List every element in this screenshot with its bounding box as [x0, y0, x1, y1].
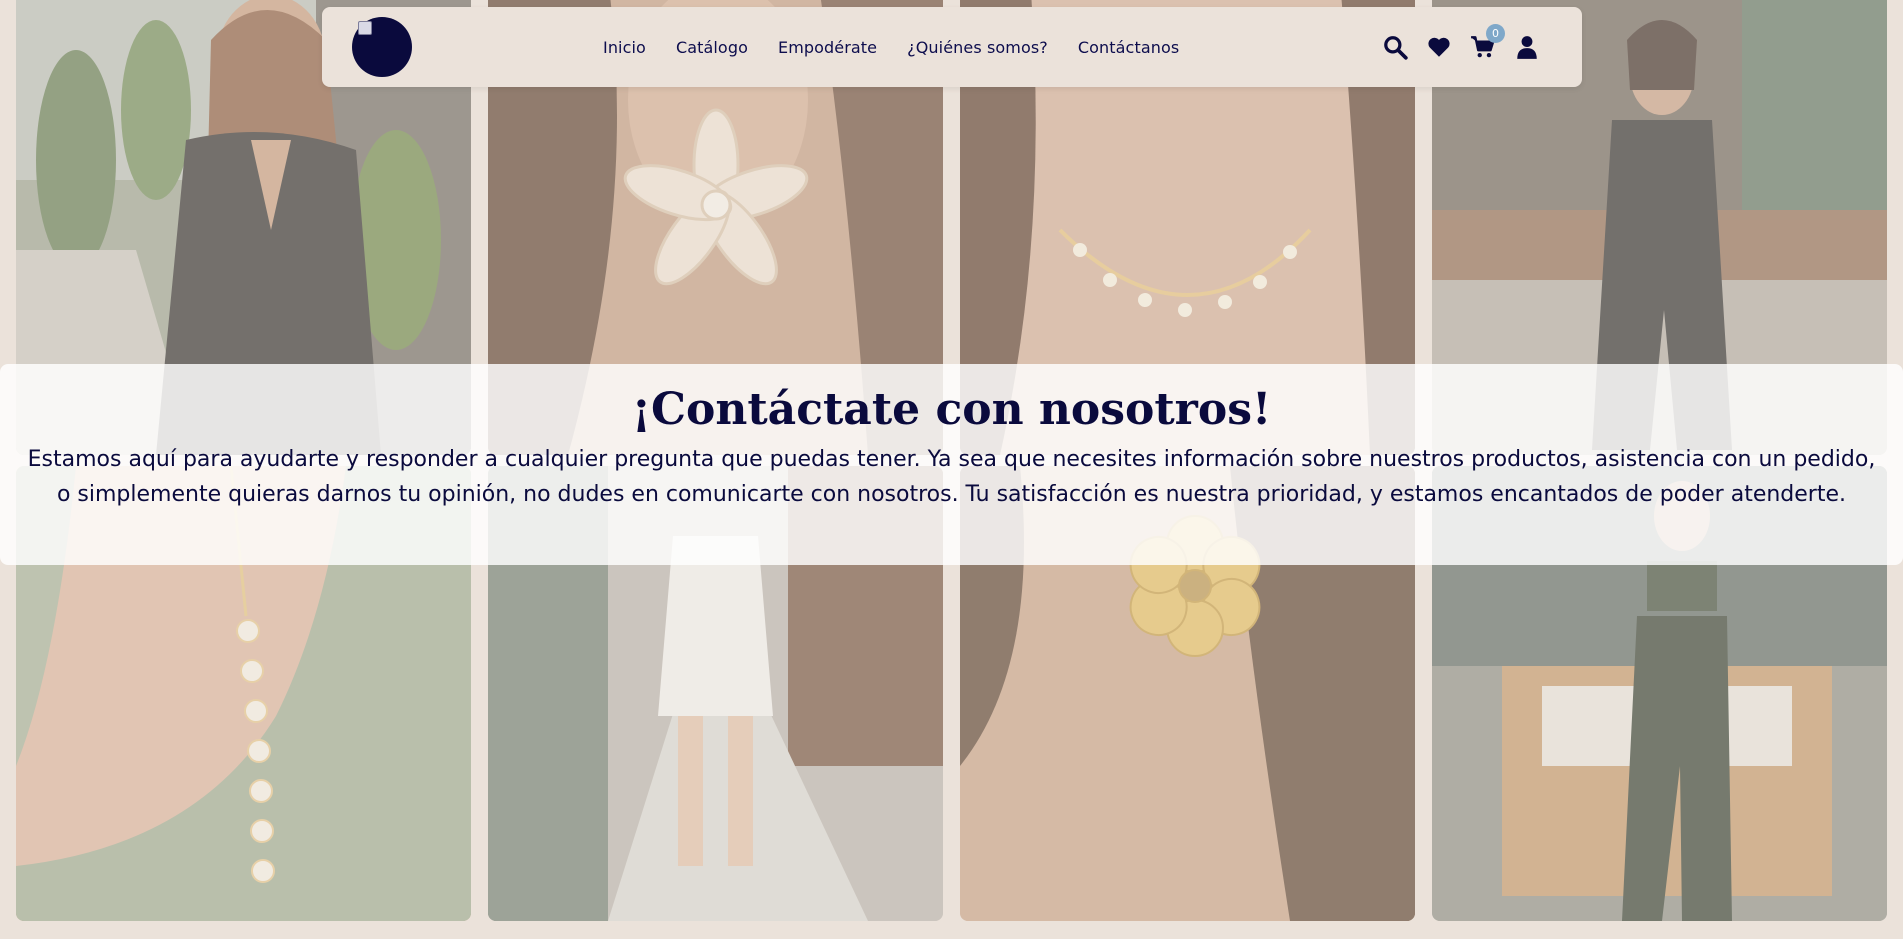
search-icon[interactable] — [1382, 34, 1408, 60]
nav-icons: 0 — [1382, 7, 1540, 87]
user-icon[interactable] — [1514, 34, 1540, 60]
heart-icon[interactable] — [1426, 34, 1452, 60]
top-navbar: Inicio Catálogo Empodérate ¿Quiénes somo… — [322, 7, 1582, 87]
nav-link-quienes-somos[interactable]: ¿Quiénes somos? — [907, 38, 1048, 57]
nav-links: Inicio Catálogo Empodérate ¿Quiénes somo… — [603, 7, 1179, 87]
nav-link-inicio[interactable]: Inicio — [603, 38, 646, 57]
nav-link-empoderate[interactable]: Empodérate — [778, 38, 877, 57]
contact-banner: ¡Contáctate con nosotros! Estamos aquí p… — [0, 364, 1903, 565]
broken-image-icon — [358, 21, 372, 35]
nav-link-catalogo[interactable]: Catálogo — [676, 38, 748, 57]
nav-link-contactanos[interactable]: Contáctanos — [1078, 38, 1179, 57]
contact-title: ¡Contáctate con nosotros! — [631, 384, 1272, 435]
cart-icon[interactable]: 0 — [1470, 24, 1505, 60]
contact-description: Estamos aquí para ayudarte y responder a… — [27, 447, 1876, 508]
cart-count-badge: 0 — [1486, 24, 1505, 43]
site-logo[interactable] — [352, 17, 412, 77]
